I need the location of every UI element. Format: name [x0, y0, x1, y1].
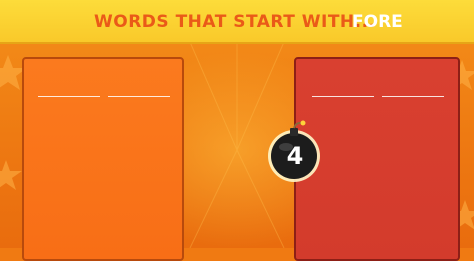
prompt-title: WORDS THAT START WITH...	[94, 12, 376, 32]
answer-blank	[382, 96, 444, 97]
player-left-panel	[22, 57, 184, 261]
answer-blank	[108, 96, 170, 97]
answer-blank	[38, 96, 100, 97]
prompt-word: FORE	[352, 12, 403, 32]
countdown-number: 4	[286, 142, 304, 170]
star-icon	[0, 160, 22, 190]
answer-blank	[312, 96, 374, 97]
title-bar: WORDS THAT START WITH... FORE	[0, 0, 474, 44]
